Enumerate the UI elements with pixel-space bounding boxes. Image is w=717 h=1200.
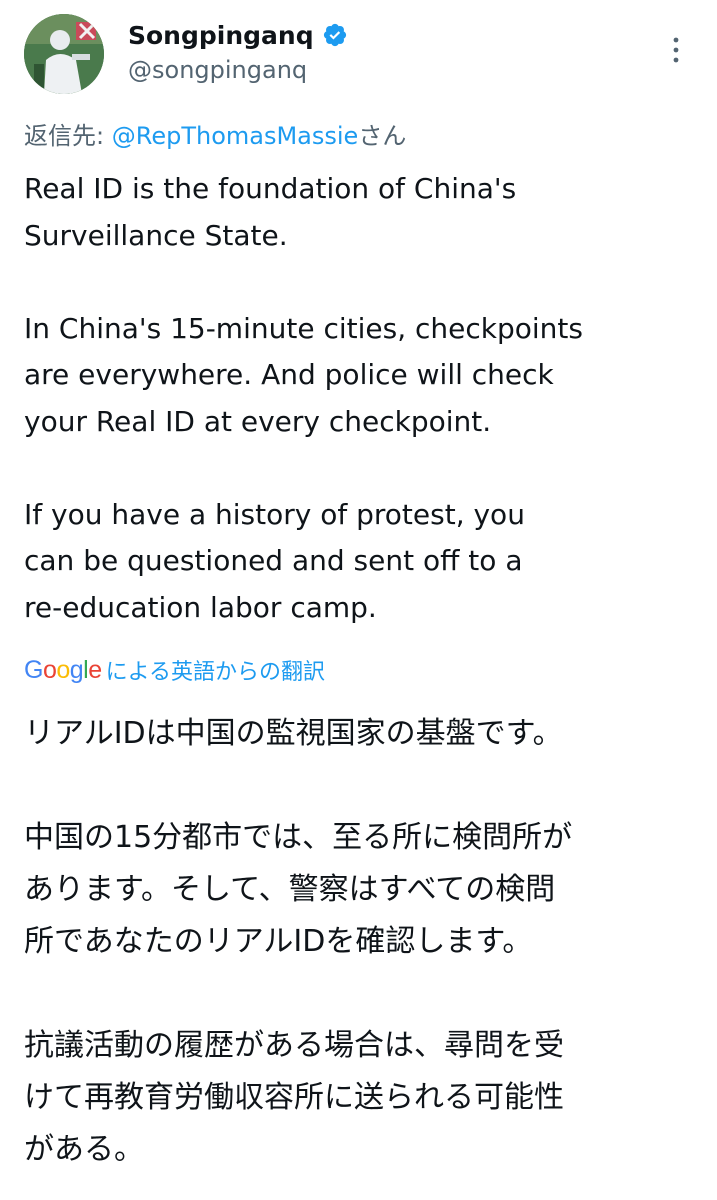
translated-text: リアルIDは中国の監視国家の基盤です。 中国の15分都市では、至る所に検問所が … bbox=[24, 716, 573, 1167]
replying-to-suffix: さん bbox=[358, 122, 407, 150]
translation-label: による英語からの翻訳 bbox=[105, 660, 325, 685]
reply-mention-link[interactable]: @RepThomasMassie bbox=[112, 122, 359, 150]
author-names: Songpinganq @songpinganq bbox=[128, 16, 348, 84]
translation-attribution[interactable]: Google による英語からの翻訳 bbox=[24, 652, 325, 688]
avatar[interactable] bbox=[24, 14, 104, 94]
replying-to-prefix: 返信先: bbox=[24, 122, 112, 150]
display-name[interactable]: Songpinganq bbox=[128, 21, 314, 50]
more-options-icon[interactable] bbox=[665, 30, 687, 70]
avatar-image bbox=[24, 14, 104, 94]
tweet-text: Real ID is the foundation of China's Sur… bbox=[24, 172, 583, 624]
tweet: Songpinganq @songpinganq 返信先: @RepThomas… bbox=[0, 0, 717, 1200]
display-name-row: Songpinganq bbox=[128, 16, 348, 54]
replying-to: 返信先: @RepThomasMassieさん bbox=[24, 116, 406, 151]
verified-badge-icon bbox=[322, 22, 348, 48]
author-handle[interactable]: @songpinganq bbox=[128, 56, 348, 84]
tweet-header: Songpinganq @songpinganq bbox=[24, 14, 693, 96]
google-logo: Google bbox=[24, 655, 102, 684]
